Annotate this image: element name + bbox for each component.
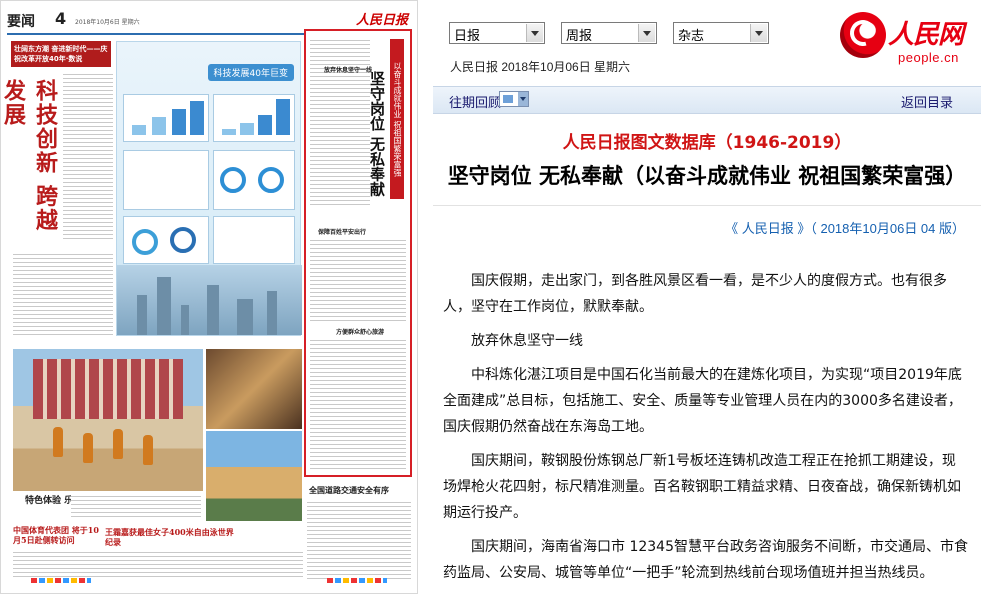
weekly-select[interactable]: 周报	[561, 22, 657, 44]
highlighted-article-region[interactable]: 以奋斗成就伟业 祝祖国繁荣富强 坚守岗位 无私奉献 放弃休息坚守一线 保障百姓平…	[304, 29, 412, 477]
bottom-headline: 中国体育代表团 将于10月5日赴侧转访问	[13, 525, 99, 545]
info-ring	[258, 167, 284, 193]
info-bar	[240, 123, 254, 135]
skyline-tower	[181, 305, 189, 335]
bottom-text	[13, 549, 303, 579]
return-toc-link[interactable]: 返回目录	[901, 92, 953, 111]
back-issue-link[interactable]: 往期回顾	[449, 92, 501, 111]
left-article-text-2	[13, 251, 113, 336]
chevron-down-icon[interactable]	[526, 24, 543, 42]
photo-figure	[143, 435, 153, 465]
info-bar	[172, 109, 186, 135]
article-paragraph: 国庆期间，海南省海口市 12345智慧平台政务咨询服务不间断，市交通局、市食药监…	[443, 539, 968, 581]
people-logo[interactable]: 人民网 people.cn	[836, 8, 976, 68]
article-title: 坚守岗位 无私奉献（以奋斗成就伟业 祝祖国繁荣富强）	[447, 164, 967, 188]
info-bar	[258, 115, 272, 135]
article-paragraph: 国庆假期，走出家门，到各胜风景区看一看，是不少人的度假方式。也有很多人，坚守在工…	[443, 273, 947, 315]
skyline-tower	[157, 277, 171, 335]
calendar-grid	[503, 95, 513, 103]
magazine-select-value: 杂志	[678, 28, 705, 43]
info-bar	[276, 99, 290, 135]
photo-figure	[113, 429, 123, 459]
info-panel-line	[123, 150, 209, 210]
info-ring	[132, 229, 158, 255]
skyline-tower	[267, 291, 277, 335]
daily-select-value: 日报	[454, 28, 481, 43]
left-banner: 壮阔东方潮 奋进新时代——庆祝改革开放40年·数说	[11, 41, 111, 67]
article-body: 国庆假期，走出家门，到各胜风景区看一看，是不少人的度假方式。也有很多人，坚守在工…	[443, 268, 968, 594]
info-panel-bars-2	[213, 94, 295, 142]
article-paragraph: 中科炼化湛江项目是中国石化当前最大的在建炼化项目，为实现“项目2019年底全面建…	[443, 367, 962, 435]
article-text-column	[310, 337, 406, 471]
info-panel-circles	[123, 216, 209, 264]
infographic-title: 科技发展40年巨变	[207, 64, 294, 81]
beach-photo	[206, 431, 302, 521]
bottom-headline: 全国道路交通安全有序	[309, 485, 389, 495]
logo-url: people.cn	[898, 50, 959, 65]
article-subheading: 放弃休息坚守一线	[471, 333, 583, 349]
article-paragraph: 国庆期间，鞍钢股份炼钢总厂新1号板坯连铸机改造工程正在抢抓工期建设，现场焊枪火花…	[443, 453, 961, 521]
database-title: 人民日报图文数据库（1946-2019）	[562, 133, 852, 153]
chevron-down-icon[interactable]	[638, 24, 655, 42]
article-text-column	[310, 37, 370, 207]
paper-footer-bar	[327, 578, 387, 583]
photo-figure	[53, 427, 63, 457]
article-subhead: 方便群众舒心旅游	[336, 329, 385, 336]
crafts-photo	[206, 349, 302, 429]
bottom-article-text	[307, 499, 411, 579]
article-column-tag: 以奋斗成就伟业 祝祖国繁荣富强	[390, 39, 404, 199]
magazine-select[interactable]: 杂志	[673, 22, 769, 44]
kungfu-photo	[13, 349, 203, 491]
photo-caption-text	[71, 493, 201, 519]
info-ring	[220, 167, 246, 193]
skyline-tower	[137, 295, 147, 335]
paper-footer-bar	[31, 578, 91, 583]
skyline-tower	[237, 299, 253, 335]
issue-dateline: 人民日报 2018年10月06日 星期六	[450, 60, 631, 74]
daily-select[interactable]: 日报	[449, 22, 545, 44]
info-bar	[132, 125, 146, 135]
left-article-title: 科技创新 跨越发展	[0, 79, 58, 233]
skyline-tower	[207, 285, 219, 335]
chevron-down-icon[interactable]	[518, 92, 528, 106]
city-skyline	[117, 265, 302, 335]
calendar-icon[interactable]	[499, 91, 529, 107]
newspaper-page-image[interactable]: 要闻 4 2018年10月6日 星期六 人民日报 壮阔东方潮 奋进新时代——庆祝…	[0, 0, 418, 594]
paper-section-name: 要闻	[7, 14, 35, 30]
paper-date-line: 2018年10月6日 星期六	[75, 19, 140, 26]
left-article-text	[63, 71, 113, 241]
photo-figure	[83, 433, 93, 463]
paper-masthead-logo: 人民日报	[355, 13, 408, 28]
weekly-select-value: 周报	[566, 28, 593, 43]
paper-page-number: 4	[55, 9, 67, 28]
photo-building	[33, 359, 183, 419]
article-subhead: 放弃休息坚守一线	[324, 67, 373, 74]
bottom-headline: 王霜嘉获最佳女子400米自由泳世界纪录	[105, 527, 234, 547]
info-bar	[152, 117, 166, 135]
infographic: 科技发展40年巨变	[116, 41, 302, 336]
article-subhead: 保障百姓平安出行	[318, 229, 367, 236]
chevron-down-icon[interactable]	[750, 24, 767, 42]
divider	[433, 205, 981, 206]
logo-swirl-icon	[840, 12, 886, 58]
article-text-column	[310, 237, 406, 323]
info-panel-bars-1	[123, 94, 209, 142]
info-bar	[190, 101, 204, 135]
info-panel-curve	[213, 216, 295, 264]
info-ring	[170, 227, 196, 253]
info-bar	[222, 129, 236, 135]
info-panel-rings	[213, 150, 295, 210]
article-source[interactable]: 《 人民日报 》（ 2018年10月06日 04 版）	[725, 218, 965, 237]
logo-wordmark: 人民网	[888, 20, 964, 50]
